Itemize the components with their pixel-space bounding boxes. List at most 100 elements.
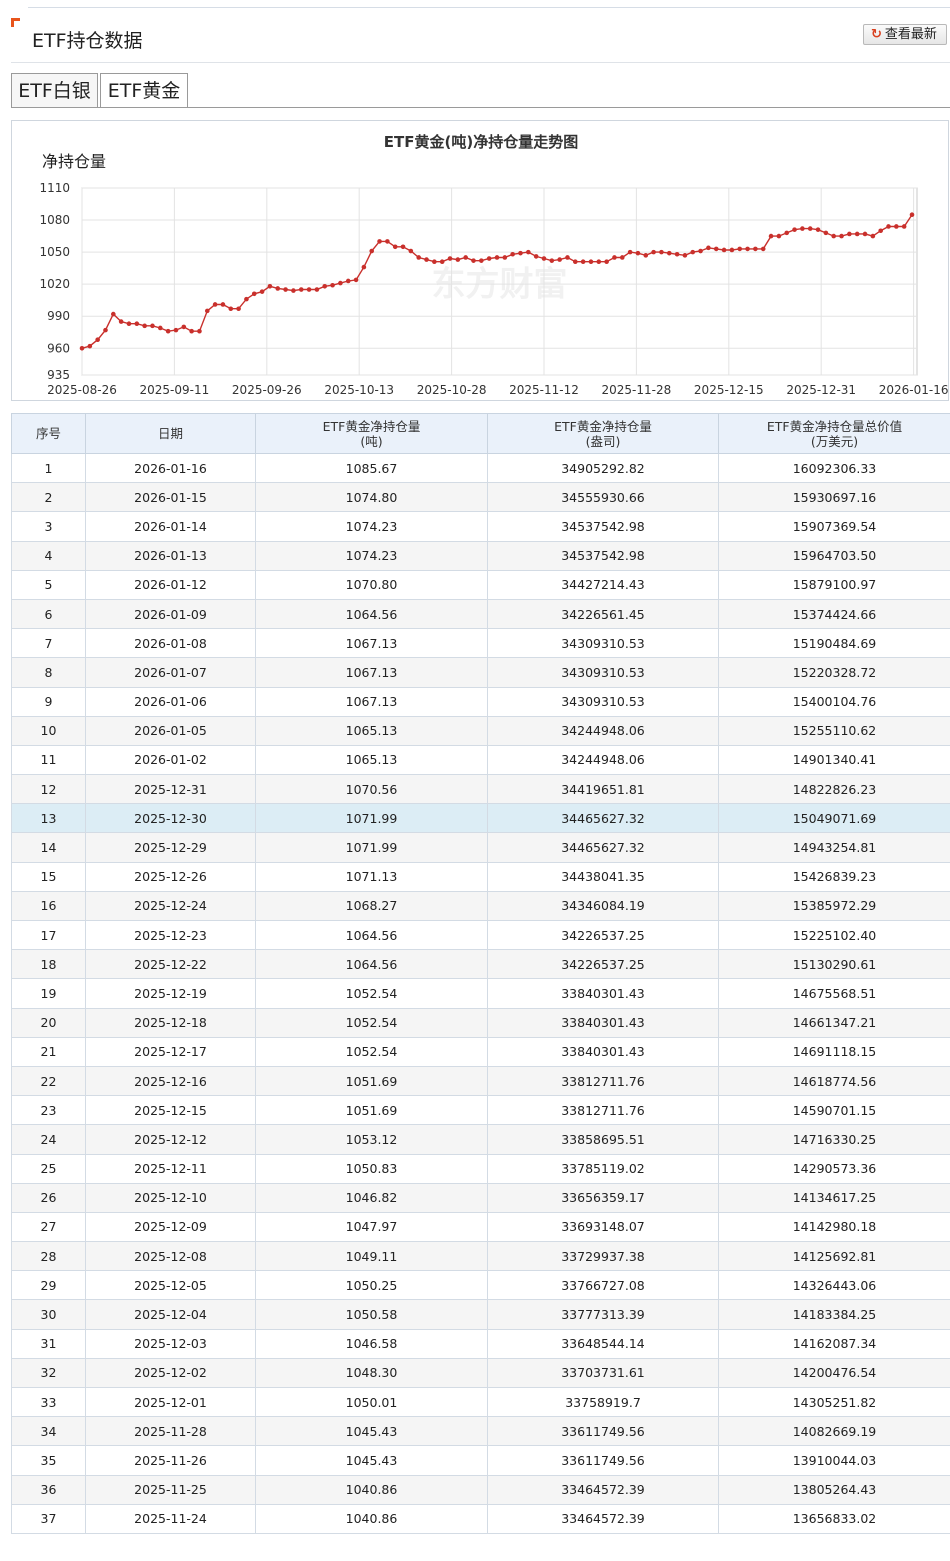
data-point <box>400 244 406 250</box>
cell-ounces: 34309310.53 <box>487 628 719 659</box>
cell-tons: 1047.97 <box>255 1211 488 1243</box>
data-point <box>831 233 836 239</box>
y-tick-label: 1020 <box>39 277 70 291</box>
data-point <box>643 253 649 258</box>
cell-index: 9 <box>11 686 86 717</box>
data-point <box>275 286 281 291</box>
cell-value: 14822826.23 <box>718 774 950 805</box>
cell-tons: 1049.11 <box>255 1241 488 1272</box>
tab-etf-gold[interactable]: ETF黄金 <box>100 73 188 108</box>
cell-index: 18 <box>11 949 86 980</box>
cell-value: 14943254.81 <box>718 832 950 863</box>
cell-ounces: 34537542.98 <box>487 511 719 542</box>
cell-date: 2025-12-31 <box>85 774 256 805</box>
cell-date: 2025-12-16 <box>85 1065 256 1097</box>
table-row: 10 2026-01-05 1065.13 34244948.06 15255110.6… <box>11 715 950 746</box>
cell-date: 2026-01-07 <box>85 657 256 688</box>
cell-date: 2025-12-29 <box>85 832 256 863</box>
cell-tons: 1046.82 <box>255 1182 488 1213</box>
cell-ounces: 33648544.14 <box>487 1328 719 1359</box>
data-point <box>463 255 468 260</box>
table-row: 29 2025-12-05 1050.25 33766727.08 14326443.0… <box>11 1270 950 1301</box>
table-row: 1 2026-01-16 1085.67 34905292.82 16092306.33 <box>11 452 950 484</box>
x-tick-label: 2025-09-11 <box>140 383 210 397</box>
data-point <box>322 284 328 289</box>
data-point <box>392 244 398 250</box>
cell-value: 15879100.97 <box>718 569 950 600</box>
x-tick-label: 2025-10-28 <box>417 383 487 397</box>
data-point <box>439 259 445 265</box>
data-point <box>894 224 899 229</box>
cell-index: 37 <box>11 1503 86 1534</box>
data-point <box>557 257 562 262</box>
data-point <box>588 259 594 265</box>
cell-tons: 1071.13 <box>255 861 488 892</box>
x-tick-label: 2025-10-13 <box>324 383 394 397</box>
data-point <box>338 280 343 286</box>
corner-marker-icon <box>11 18 21 28</box>
col-header-index: 序号 <box>11 413 86 454</box>
tab-divider <box>11 107 950 108</box>
cell-index: 28 <box>11 1241 86 1272</box>
cell-value: 14326443.06 <box>718 1270 950 1301</box>
cell-value: 14183384.25 <box>718 1299 950 1330</box>
cell-value: 14590701.15 <box>718 1095 950 1126</box>
cell-ounces: 33766727.08 <box>487 1270 719 1301</box>
cell-index: 13 <box>11 803 86 834</box>
cell-tons: 1040.86 <box>255 1503 488 1534</box>
data-point <box>79 345 85 351</box>
cell-date: 2025-12-10 <box>85 1182 256 1213</box>
data-point <box>298 287 304 292</box>
data-point <box>314 287 320 292</box>
cell-index: 16 <box>11 890 86 922</box>
tab-etf-silver[interactable]: ETF白银 <box>11 73 98 107</box>
cell-index: 24 <box>11 1124 86 1155</box>
cell-ounces: 33840301.43 <box>487 1036 719 1067</box>
cell-tons: 1064.56 <box>255 949 488 980</box>
cell-value: 14901340.41 <box>718 744 950 776</box>
cell-index: 32 <box>11 1357 86 1389</box>
data-point <box>635 250 641 256</box>
table-header-row: 序号 日期 ETF黄金净持仓量 (吨) ETF黄金净持仓量 (盎司) ETF黄金净持… <box>11 413 950 454</box>
chart-svg: 东方财富93596099010201050108011102025-08-26 2… <box>39 133 948 397</box>
cell-date: 2025-12-08 <box>85 1241 256 1272</box>
cell-ounces: 33656359.17 <box>487 1182 719 1213</box>
data-point <box>455 257 461 262</box>
data-point <box>353 277 359 283</box>
data-point <box>283 287 288 292</box>
data-point <box>706 245 711 251</box>
table-row: 5 2026-01-12 1070.80 34427214.43 15879100.97 <box>11 569 950 600</box>
data-point <box>408 248 414 254</box>
cell-tons: 1050.83 <box>255 1153 488 1184</box>
cell-date: 2025-12-24 <box>85 890 256 922</box>
cell-tons: 1065.13 <box>255 744 488 776</box>
data-point <box>416 255 421 260</box>
data-point <box>165 328 171 334</box>
cell-tons: 1046.58 <box>255 1328 488 1359</box>
col-header-date: 日期 <box>85 413 256 454</box>
data-point <box>573 259 578 265</box>
table-row: 27 2025-12-09 1047.97 33693148.07 14142980.1… <box>11 1211 950 1243</box>
cell-date: 2025-12-09 <box>85 1211 256 1243</box>
data-point <box>111 311 116 317</box>
cell-index: 29 <box>11 1270 86 1301</box>
cell-index: 10 <box>11 715 86 746</box>
cell-date: 2025-12-22 <box>85 949 256 980</box>
data-point <box>518 250 523 256</box>
cell-tons: 1067.13 <box>255 686 488 717</box>
cell-index: 21 <box>11 1036 86 1067</box>
cell-value: 15220328.72 <box>718 657 950 688</box>
cell-date: 2026-01-06 <box>85 686 256 717</box>
data-point <box>306 287 312 292</box>
data-point <box>330 282 335 288</box>
cell-date: 2025-11-25 <box>85 1474 256 1505</box>
cell-ounces: 34309310.53 <box>487 657 719 688</box>
cell-index: 5 <box>11 569 86 600</box>
y-tick-label: 1050 <box>39 245 70 259</box>
refresh-button[interactable]: ↻ 查看最新 <box>863 24 947 45</box>
data-point <box>212 302 218 307</box>
cell-tons: 1052.54 <box>255 978 488 1009</box>
cell-date: 2025-12-11 <box>85 1153 256 1184</box>
cell-index: 35 <box>11 1445 86 1476</box>
y-axis-label: 净持仓量 <box>42 152 106 171</box>
